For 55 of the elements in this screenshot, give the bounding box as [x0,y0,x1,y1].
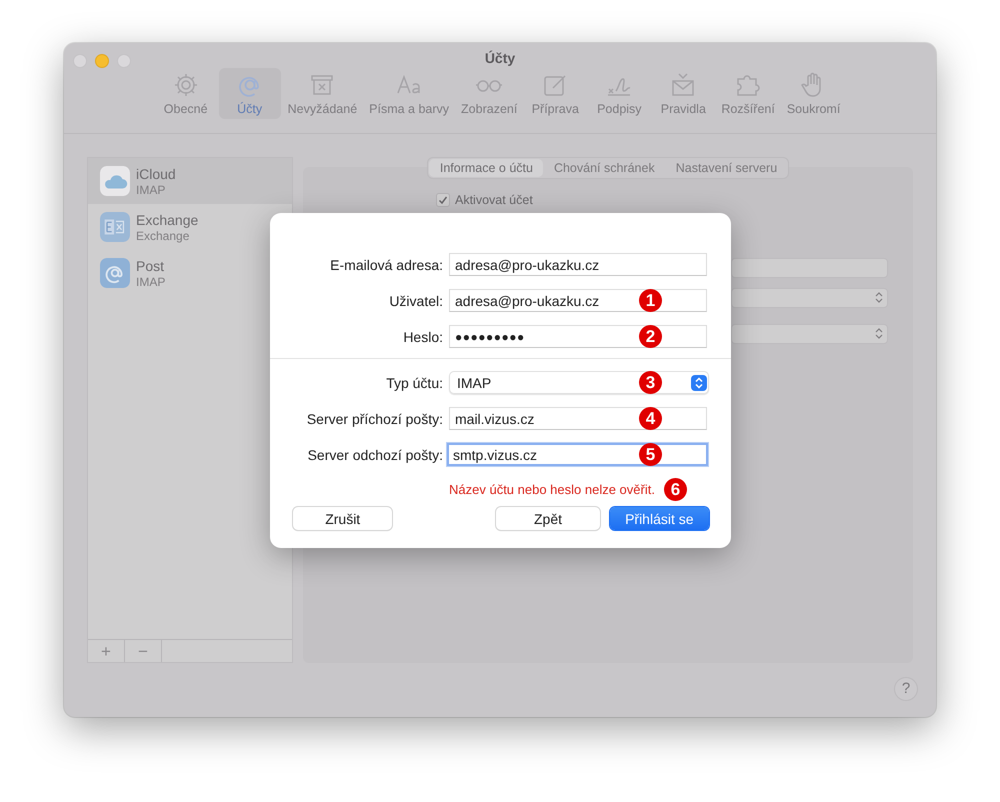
account-type: Exchange [136,228,190,242]
segment-tab[interactable]: Informace o účtu [428,159,543,177]
back-button[interactable]: Zpět [496,507,600,530]
sign-in-button[interactable]: Přihlásit se [610,507,709,530]
toolbar-tab[interactable]: Rozšíření [716,68,780,119]
error-message: Název účtu nebo heslo nelze ověřit. [449,482,655,496]
field-label: Heslo: [402,328,443,344]
account-type: IMAP [136,274,166,288]
field-label: Uživatel: [388,292,443,308]
cloud-icon [100,166,130,196]
field-label: Server příchozí pošty: [306,410,443,426]
remove-button[interactable]: − [125,640,162,662]
account-row[interactable]: Exchange Exchange [88,204,292,250]
toolbar-tab[interactable]: Písma a barvy [364,68,454,119]
checkbox[interactable] [436,193,450,207]
input-field[interactable]: adresa@pro-ukazku.cz [449,253,707,276]
number-badge: 4 [639,407,662,430]
chevron-icon [875,327,883,340]
number-badge: 3 [639,371,662,394]
account-row[interactable]: iCloud IMAP [88,158,292,204]
toolbar-tab[interactable]: Účty [218,68,281,119]
number-badge: 2 [639,325,662,348]
account-name: iCloud [136,166,176,182]
field-label: E-mailová adresa: [329,256,443,272]
number-badge: 1 [639,289,662,312]
chevron-icon [875,291,883,304]
toolbar-tab[interactable]: Pravidla [652,68,714,119]
toolbar-tab[interactable]: Nevyžádané [282,68,362,119]
number-badge: 5 [639,443,662,466]
number-badge: 6 [664,478,687,500]
cancel-button[interactable]: Zrušit [293,507,392,530]
account-name: Post [136,258,166,274]
text-field[interactable] [731,258,888,278]
account-row[interactable]: Post IMAP [88,250,292,296]
popup-menu[interactable] [731,324,888,344]
field-label: Server odchozí pošty: [306,446,443,462]
account-name: Exchange [136,212,198,228]
minimize-window-control[interactable] [95,54,109,68]
add-button[interactable]: + [88,640,125,662]
toolbar-tab[interactable]: Podpisy [588,68,650,119]
toolbar-tab[interactable]: Příprava [524,68,586,119]
toolbar-tab[interactable]: Zobrazení [456,68,522,119]
checkbox-label: Aktivovat účet [455,193,533,207]
toolbar-tab[interactable]: Obecné [154,68,217,119]
field-label: Typ účtu: [385,374,443,390]
help-button[interactable]: ? [895,678,917,700]
stepper-icon [691,375,707,391]
window-title: Účty [484,49,516,66]
segment-tab[interactable]: Chování schránek [542,159,665,177]
at-sign-icon [100,258,130,288]
account-type: IMAP [136,182,166,196]
popup-menu[interactable] [731,288,888,308]
segment-tab[interactable]: Nastavení serveru [664,159,788,177]
toolbar-tab[interactable]: Soukromí [782,68,846,119]
exchange-logo-icon [100,212,130,242]
